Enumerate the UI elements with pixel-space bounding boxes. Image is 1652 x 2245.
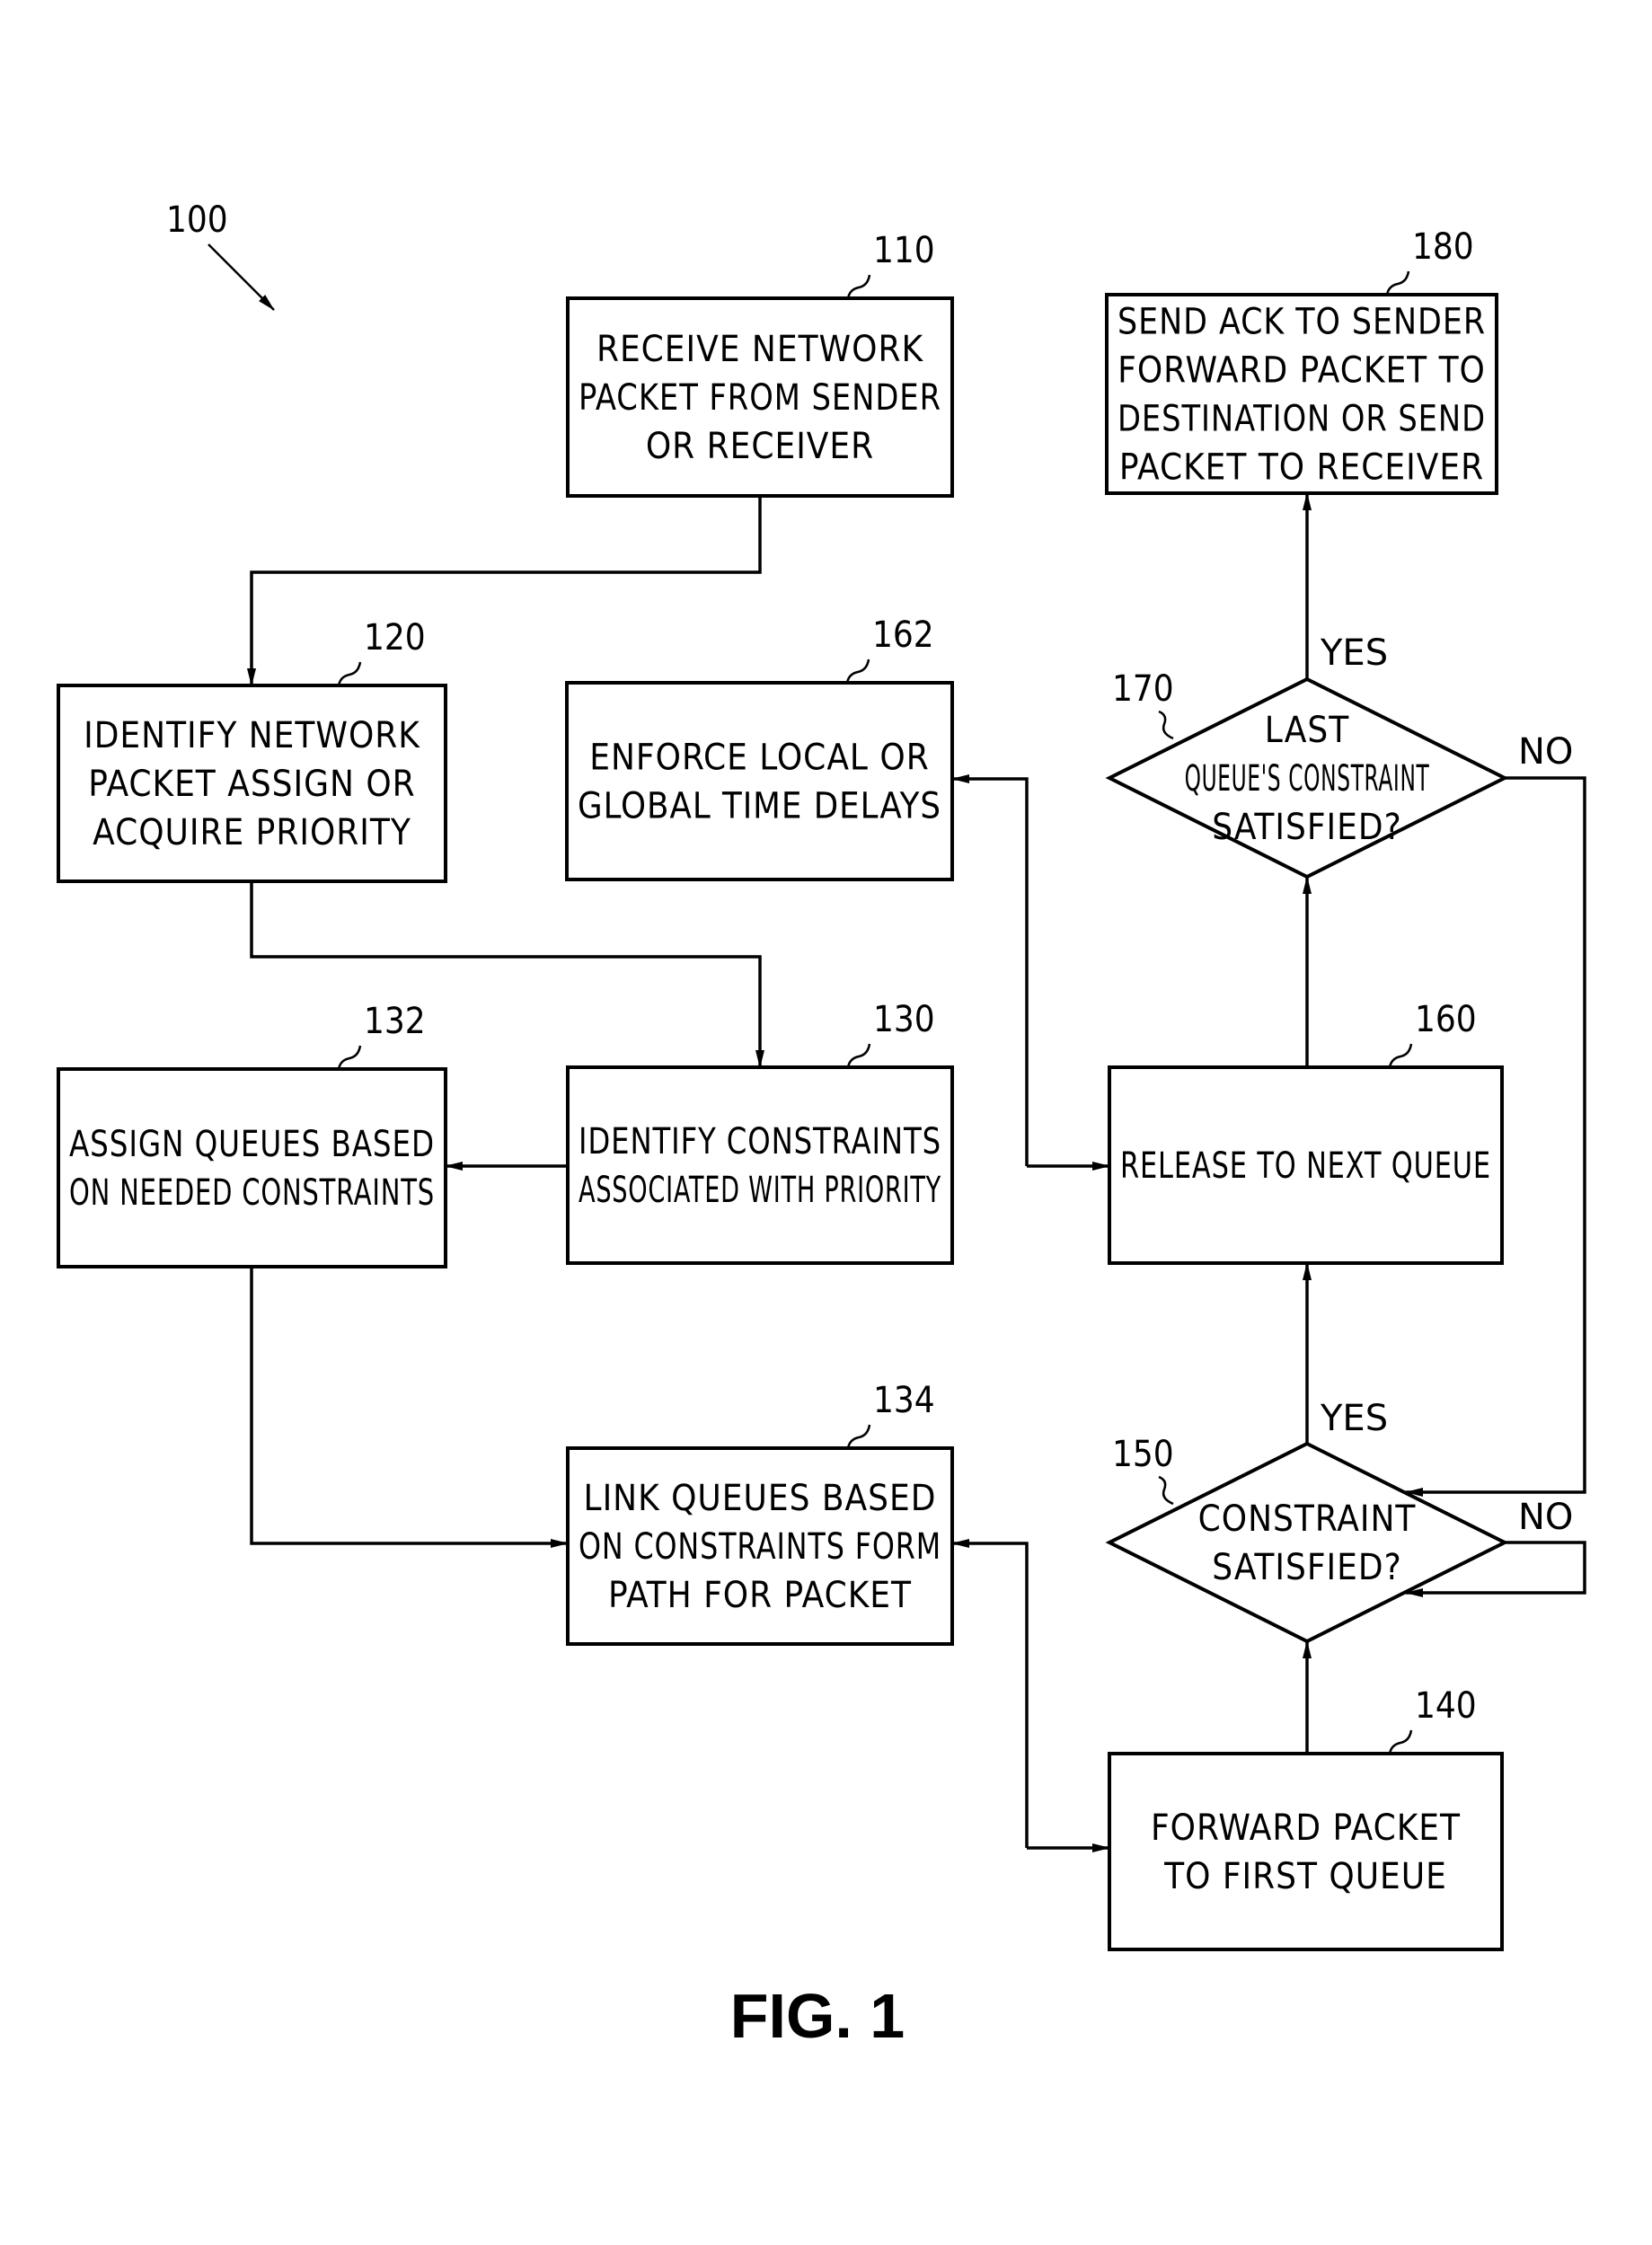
node-text-line: OR RECEIVER: [646, 426, 874, 467]
yes-label-150: YES: [1320, 1398, 1388, 1439]
nodes: 110 RECEIVE NETWORK PACKET FROM SENDER OR R…: [57, 226, 1509, 1951]
node-text-line: ASSOCIATED WITH PRIORITY: [579, 1170, 941, 1211]
reference-number: 120: [364, 617, 426, 658]
node-text-line: SEND ACK TO SENDER: [1118, 302, 1486, 343]
leader-squiggle: [337, 1045, 362, 1070]
reference-number: 150: [1112, 1434, 1174, 1475]
node-text-line: SATISFIED?: [1212, 1547, 1401, 1588]
reference-number: 132: [364, 1001, 426, 1042]
process-box: [565, 681, 954, 881]
flowchart-diagram: 100 YES NO YES NO 110RECEIVE NETWORKPACK…: [57, 199, 1586, 2051]
node-134: 134 LINK QUEUES BASED ON CONSTRAINTS FORM P…: [566, 1380, 954, 1646]
leader-squiggle: [846, 1424, 871, 1449]
edge-160-to-162: [951, 774, 1029, 1166]
leader-squiggle: [1388, 1043, 1413, 1068]
node-text-line: FORWARD PACKET: [1151, 1807, 1461, 1849]
figure-caption: FIG. 1: [730, 1981, 905, 2051]
node-text-line: PACKET TO RECEIVER: [1119, 447, 1484, 489]
reference-number: 134: [873, 1380, 935, 1421]
leader-squiggle: [846, 274, 871, 299]
node-170: 170 LAST QUEUE'S CONSTRAINT SATISFIED?: [1105, 668, 1509, 879]
reference-number: 110: [873, 230, 935, 271]
no-label-170: NO: [1518, 731, 1573, 773]
reference-number: 160: [1415, 999, 1477, 1040]
node-110: 110 RECEIVE NETWORK PACKET FROM SENDER OR R…: [566, 230, 954, 498]
edge-120-to-130: [250, 881, 764, 1068]
node-text-line: RELEASE TO NEXT QUEUE: [1120, 1145, 1491, 1187]
leader-squiggle: [337, 661, 362, 686]
leader-squiggle: [1385, 270, 1410, 296]
node-text-line: PACKET ASSIGN OR: [88, 764, 415, 805]
node-text-line: PACKET FROM SENDER: [579, 377, 941, 419]
node-text-line: IDENTIFY CONSTRAINTS: [579, 1121, 941, 1162]
reference-number: 180: [1412, 226, 1474, 268]
node-text-line: ON CONSTRAINTS FORM: [579, 1526, 941, 1568]
leader-squiggle: [1158, 710, 1174, 740]
node-180: 180 SEND ACK TO SENDER FORWARD PACKET TO DE…: [1105, 226, 1498, 495]
process-box: [1108, 1752, 1504, 1951]
figure-reference-arrow: [208, 243, 275, 311]
node-text-line: TO FIRST QUEUE: [1163, 1856, 1447, 1897]
node-150: 150 CONSTRAINT SATISFIED?: [1105, 1434, 1509, 1644]
node-162: 162 ENFORCE LOCAL OR GLOBAL TIME DELAYS: [565, 614, 954, 881]
leader-squiggle: [1388, 1729, 1413, 1754]
node-text-line: QUEUE'S CONSTRAINT: [1185, 758, 1430, 800]
node-text-line: GLOBAL TIME DELAYS: [578, 786, 941, 827]
figure-reference-label: 100: [166, 199, 228, 241]
node-text-line: LINK QUEUES BASED: [584, 1478, 937, 1519]
no-label-150: NO: [1518, 1497, 1573, 1538]
reference-number: 130: [873, 999, 935, 1040]
node-text-line: ACQUIRE PRIORITY: [93, 812, 411, 853]
node-text-line: RECEIVE NETWORK: [596, 329, 924, 370]
leader-squiggle: [1158, 1475, 1174, 1506]
node-132: 132 ASSIGN QUEUES BASED ON NEEDED CONSTRAI…: [57, 1001, 447, 1268]
leader-squiggle: [846, 1043, 871, 1068]
reference-number: 140: [1415, 1685, 1477, 1727]
leader-squiggle: [845, 658, 870, 684]
node-text-line: LAST: [1265, 710, 1349, 751]
node-text-line: ENFORCE LOCAL OR: [589, 738, 929, 779]
node-text-line: SATISFIED?: [1212, 807, 1401, 848]
process-box: [57, 1067, 447, 1268]
reference-number: 170: [1112, 668, 1174, 710]
yes-label-170: YES: [1320, 632, 1388, 674]
reference-number: 162: [872, 614, 934, 656]
node-text-line: IDENTIFY NETWORK: [84, 715, 420, 756]
node-text-line: DESTINATION OR SEND: [1118, 399, 1486, 440]
node-text-line: ON NEEDED CONSTRAINTS: [69, 1172, 435, 1214]
node-text-line: PATH FOR PACKET: [608, 1575, 912, 1616]
node-text-line: CONSTRAINT: [1198, 1498, 1417, 1540]
node-text-line: FORWARD PACKET TO: [1118, 350, 1486, 392]
process-box: [566, 1065, 954, 1265]
edge-134-to-140: [951, 1539, 1029, 1848]
node-text-line: ASSIGN QUEUES BASED: [69, 1124, 435, 1165]
edge-132-to-134: [250, 1267, 569, 1548]
edge-110-to-120: [247, 496, 762, 686]
